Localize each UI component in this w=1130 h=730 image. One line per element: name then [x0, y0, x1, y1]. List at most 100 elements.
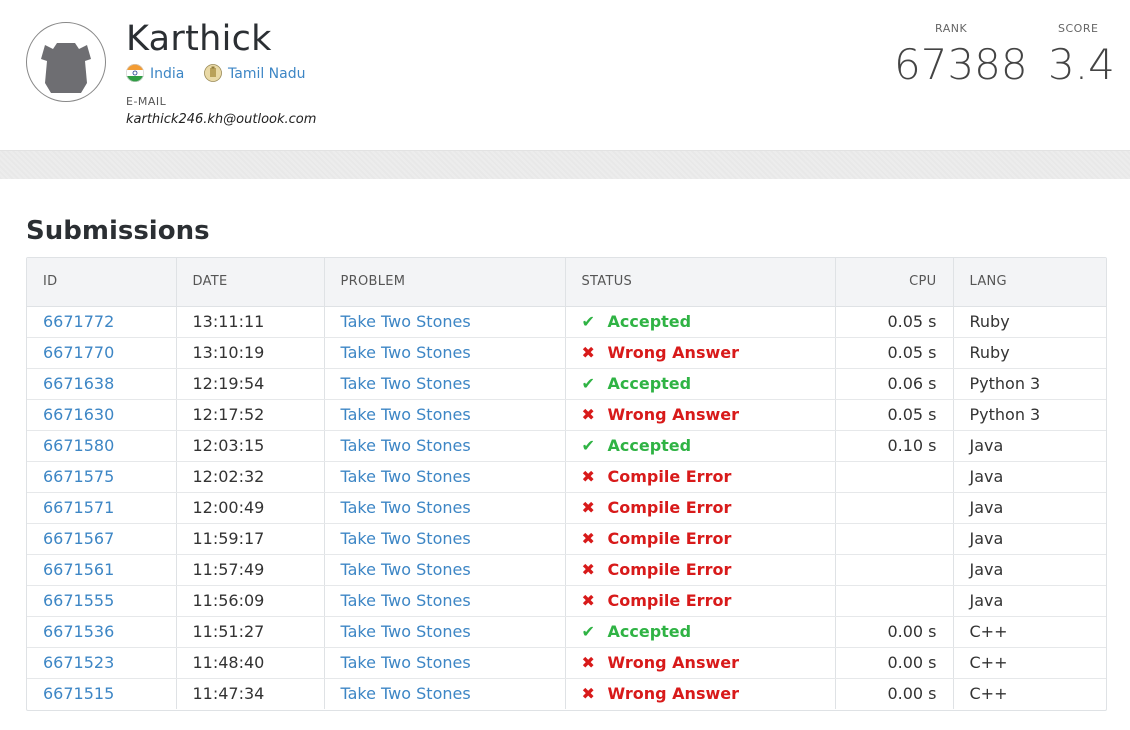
user-name: Karthick [126, 19, 272, 59]
avatar[interactable] [26, 22, 106, 102]
problem-link[interactable]: Take Two Stones [341, 405, 471, 424]
submission-date: 11:51:27 [176, 616, 325, 648]
submission-cpu: 0.06 s [835, 368, 954, 400]
column-header-date[interactable]: DATE [176, 258, 325, 307]
column-header-problem[interactable]: PROBLEM [324, 258, 566, 307]
submission-id-link[interactable]: 6671523 [43, 653, 114, 672]
submission-date: 13:10:19 [176, 337, 325, 369]
submission-id-link[interactable]: 6671772 [43, 312, 114, 331]
submission-cpu: 0.00 s [835, 616, 954, 648]
cross-icon: ✖ [581, 591, 595, 610]
submission-date: 11:47:34 [176, 678, 325, 709]
table-row: 6671523 11:48:40 Take Two Stones ✖ Wrong Ans… [27, 647, 1106, 679]
status-label: Accepted [607, 622, 692, 641]
submission-cpu [835, 523, 954, 555]
table-header-row: ID DATE PROBLEM STATUS CPU LANG [27, 258, 1106, 307]
problem-link[interactable]: Take Two Stones [341, 622, 471, 641]
column-header-lang[interactable]: LANG [953, 258, 1106, 307]
submission-cpu [835, 492, 954, 524]
submission-cpu: 0.00 s [835, 678, 954, 709]
status-label: Accepted [607, 436, 692, 455]
submission-id-link[interactable]: 6671555 [43, 591, 114, 610]
submission-date: 12:19:54 [176, 368, 325, 400]
problem-link[interactable]: Take Two Stones [341, 529, 471, 548]
rank-label: RANK [935, 22, 968, 35]
problem-link[interactable]: Take Two Stones [341, 467, 471, 486]
table-row: 6671772 13:11:11 Take Two Stones ✔ Accepted 0… [27, 306, 1106, 338]
tamil-nadu-emblem-icon [204, 64, 222, 86]
submission-id-link[interactable]: 6671561 [43, 560, 114, 579]
column-header-status[interactable]: STATUS [565, 258, 836, 307]
check-icon: ✔ [581, 312, 595, 331]
submission-lang: Java [953, 492, 1106, 524]
rank-value: 67388 [894, 40, 1028, 89]
table-row: 6671536 11:51:27 Take Two Stones ✔ Accepted 0… [27, 616, 1106, 648]
problem-link[interactable]: Take Two Stones [341, 653, 471, 672]
status-label: Wrong Answer [607, 343, 739, 362]
submissions-title: Submissions [26, 216, 210, 246]
status-label: Accepted [607, 312, 692, 331]
problem-link[interactable]: Take Two Stones [341, 498, 471, 517]
submission-status: ✖ Compile Error [565, 523, 836, 555]
submission-lang: Java [953, 585, 1106, 617]
status-label: Compile Error [607, 467, 732, 486]
status-label: Compile Error [607, 529, 732, 548]
problem-link[interactable]: Take Two Stones [341, 374, 471, 393]
column-header-cpu[interactable]: CPU [835, 258, 954, 307]
cross-icon: ✖ [581, 405, 595, 424]
submission-status: ✖ Compile Error [565, 554, 836, 586]
submission-date: 11:57:49 [176, 554, 325, 586]
submission-lang: C++ [953, 647, 1106, 679]
submission-date: 11:59:17 [176, 523, 325, 555]
problem-link[interactable]: Take Two Stones [341, 591, 471, 610]
cross-icon: ✖ [581, 467, 595, 486]
region-link[interactable]: Tamil Nadu [204, 64, 306, 86]
status-label: Wrong Answer [607, 405, 739, 424]
problem-link[interactable]: Take Two Stones [341, 436, 471, 455]
submission-status: ✖ Compile Error [565, 461, 836, 493]
submission-status: ✔ Accepted [565, 368, 836, 400]
table-row: 6671770 13:10:19 Take Two Stones ✖ Wrong Ans… [27, 337, 1106, 369]
submission-id-link[interactable]: 6671580 [43, 436, 114, 455]
submission-status: ✔ Accepted [565, 306, 836, 338]
problem-link[interactable]: Take Two Stones [341, 560, 471, 579]
country-link[interactable]: India [126, 64, 184, 86]
submission-lang: C++ [969, 684, 1008, 704]
submission-lang: Java [953, 554, 1106, 586]
table-row: 6671630 12:17:52 Take Two Stones ✖ Wrong Ans… [27, 399, 1106, 431]
submission-cpu [835, 554, 954, 586]
problem-link[interactable]: Take Two Stones [341, 343, 471, 362]
column-header-id[interactable]: ID [27, 258, 177, 307]
submission-cpu [835, 585, 954, 617]
submission-cpu [835, 461, 954, 493]
status-label: Compile Error [607, 591, 732, 610]
submission-id-link[interactable]: 6671638 [43, 374, 114, 393]
submission-id-link[interactable]: 6671571 [43, 498, 114, 517]
submission-lang: Ruby [953, 337, 1106, 369]
submission-cpu: 0.05 s [835, 399, 954, 431]
table-row: 6671561 11:57:49 Take Two Stones ✖ Compile E… [27, 554, 1106, 586]
submission-status: ✔ Accepted [565, 430, 836, 462]
submission-id-link[interactable]: 6671567 [43, 529, 114, 548]
submission-date: 12:00:49 [176, 492, 325, 524]
problem-link[interactable]: Take Two Stones [341, 684, 471, 703]
submission-id-link[interactable]: 6671536 [43, 622, 114, 641]
submission-date: 12:02:32 [176, 461, 325, 493]
score-label: SCORE [1058, 22, 1099, 35]
submission-id-link[interactable]: 6671630 [43, 405, 114, 424]
check-icon: ✔ [581, 374, 595, 393]
submission-lang: C++ [953, 616, 1106, 648]
submission-id-link[interactable]: 6671515 [43, 684, 114, 703]
submission-status: ✖ Wrong Answer [565, 678, 836, 709]
submission-lang: Ruby [953, 306, 1106, 338]
cross-icon: ✖ [581, 653, 595, 672]
table-row: 6671571 12:00:49 Take Two Stones ✖ Compile E… [27, 492, 1106, 524]
status-label: Compile Error [607, 498, 732, 517]
submission-lang: Python 3 [953, 399, 1106, 431]
submission-status: ✖ Wrong Answer [565, 647, 836, 679]
submission-id-link[interactable]: 6671575 [43, 467, 114, 486]
problem-link[interactable]: Take Two Stones [341, 312, 471, 331]
submission-date: 13:11:11 [176, 306, 325, 338]
submission-id-link[interactable]: 6671770 [43, 343, 114, 362]
submission-date: 12:03:15 [176, 430, 325, 462]
